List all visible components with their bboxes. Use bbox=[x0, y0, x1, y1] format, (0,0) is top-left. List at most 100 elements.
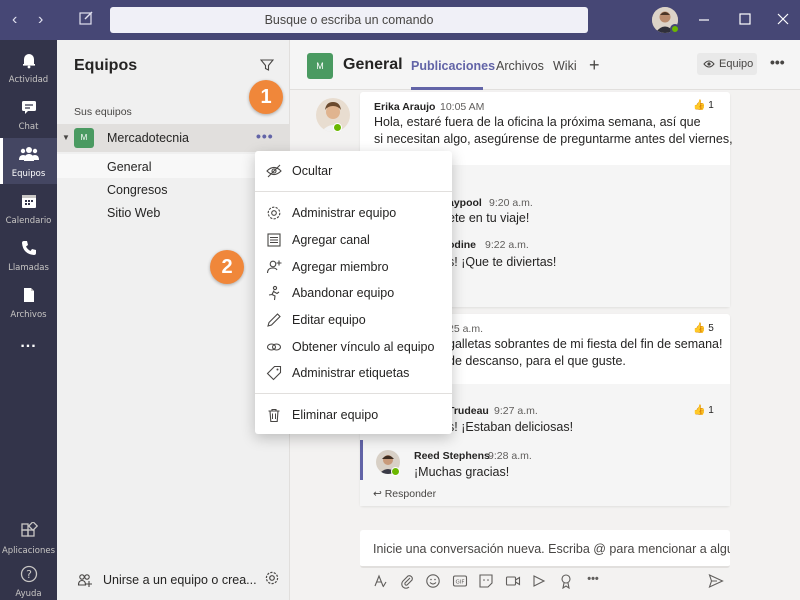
menu-label: Editar equipo bbox=[292, 313, 366, 327]
eye-icon bbox=[703, 60, 715, 68]
like-reaction[interactable]: 👍 1 bbox=[693, 405, 714, 416]
channel-header: M General Publicaciones Archivos Wiki + … bbox=[290, 40, 800, 90]
reply-text: s! ¡Que te diviertas! bbox=[448, 255, 557, 269]
panel-footer: Unirse a un equipo o crea... bbox=[57, 560, 290, 600]
gif-icon[interactable]: GIF bbox=[452, 573, 468, 589]
presence-available-icon bbox=[333, 123, 342, 132]
tab-wiki[interactable]: Wiki bbox=[553, 59, 577, 73]
reply-text: s! ¡Estaban deliciosas! bbox=[448, 420, 574, 434]
bell-icon bbox=[22, 54, 35, 69]
rail-item-calendar[interactable]: Calendario bbox=[0, 185, 57, 231]
stream-icon[interactable] bbox=[531, 573, 547, 589]
channel-congresos[interactable]: Congresos bbox=[107, 183, 167, 197]
reply-time: 9:28 a.m. bbox=[488, 450, 532, 462]
filter-icon[interactable] bbox=[259, 58, 275, 75]
rail-item-files[interactable]: Archivos bbox=[0, 279, 57, 325]
compose-input[interactable]: Inicie una conversación nueva. Escriba @… bbox=[360, 530, 730, 568]
team-name: Mercadotecnia bbox=[107, 131, 189, 145]
rail-item-apps[interactable]: Aplicaciones bbox=[0, 515, 57, 561]
like-count: 1 bbox=[708, 100, 714, 111]
minimize-icon[interactable] bbox=[697, 12, 713, 28]
praise-icon[interactable] bbox=[558, 573, 574, 590]
pencil-icon bbox=[267, 313, 281, 327]
like-reaction[interactable]: 👍 1 bbox=[693, 100, 714, 111]
svg-text:GIF: GIF bbox=[455, 580, 464, 586]
file-icon bbox=[23, 288, 34, 302]
tab-publicaciones[interactable]: Publicaciones bbox=[411, 59, 495, 73]
rail-item-chat[interactable]: Chat bbox=[0, 91, 57, 137]
rail-item-teams[interactable]: Equipos bbox=[0, 138, 57, 184]
menu-label: Administrar etiquetas bbox=[292, 366, 410, 380]
rail-item-calls[interactable]: Llamadas bbox=[0, 232, 57, 278]
reply-button[interactable]: ↩ Responder bbox=[373, 488, 436, 500]
join-team-icon[interactable] bbox=[77, 572, 93, 591]
reply-time: 9:27 a.m. bbox=[494, 405, 538, 417]
search-input[interactable]: Busque o escriba un comando bbox=[110, 7, 588, 33]
thumbs-up-icon: 👍 bbox=[693, 323, 706, 334]
compose-icon[interactable] bbox=[78, 10, 96, 28]
reply-author: aypool bbox=[448, 197, 482, 209]
team-button-label: Equipo bbox=[719, 58, 754, 70]
channel-general[interactable]: General bbox=[107, 160, 151, 174]
send-icon[interactable] bbox=[708, 573, 724, 592]
app-rail: Actividad Chat Equipos Calendario Llamad… bbox=[0, 40, 57, 600]
step-callout: 2 bbox=[210, 250, 244, 284]
chat-icon bbox=[21, 101, 36, 114]
rail-item-help[interactable]: ? Ayuda bbox=[0, 558, 57, 600]
rail-item-activity[interactable]: Actividad bbox=[0, 44, 57, 90]
meet-now-icon[interactable] bbox=[505, 573, 521, 589]
forward-icon[interactable]: › bbox=[38, 11, 43, 29]
add-channel-icon bbox=[267, 233, 281, 247]
menu-item-manage-tags[interactable]: Administrar etiquetas bbox=[255, 360, 452, 386]
presence-status-icon bbox=[670, 24, 680, 34]
format-icon[interactable] bbox=[372, 573, 388, 589]
teams-icon bbox=[18, 147, 39, 161]
maximize-icon[interactable] bbox=[738, 12, 754, 28]
link-icon bbox=[266, 343, 282, 351]
reply-label: Responder bbox=[384, 488, 437, 500]
message-text: si necesitan algo, asegúrense de pregunt… bbox=[374, 132, 733, 146]
team-options-menu: Ocultar Administrar equipo Agregar canal… bbox=[255, 151, 452, 434]
menu-item-hide[interactable]: Ocultar bbox=[255, 158, 452, 184]
join-team-link[interactable]: Unirse a un equipo o crea... bbox=[103, 573, 257, 587]
reply-author: odine bbox=[448, 239, 476, 251]
add-tab-icon[interactable]: + bbox=[589, 55, 600, 76]
emoji-icon[interactable] bbox=[425, 573, 441, 589]
menu-item-leave-team[interactable]: Abandonar equipo bbox=[255, 280, 452, 306]
menu-item-delete-team[interactable]: Eliminar equipo bbox=[255, 402, 452, 428]
tab-archivos[interactable]: Archivos bbox=[496, 59, 544, 73]
rail-label: Actividad bbox=[8, 75, 49, 85]
rail-item-more[interactable]: ... bbox=[0, 326, 57, 372]
team-info-button[interactable]: Equipo bbox=[697, 53, 757, 75]
menu-item-get-link[interactable]: Obtener vínculo al equipo bbox=[255, 334, 452, 360]
presence-available-icon bbox=[391, 467, 400, 476]
rail-label: Llamadas bbox=[8, 263, 49, 273]
caret-down-icon[interactable]: ▼ bbox=[62, 133, 70, 142]
more-options-icon[interactable]: ••• bbox=[256, 128, 276, 144]
team-item-mercadotecnia[interactable]: ▼ M Mercadotecnia ••• bbox=[57, 124, 290, 152]
menu-item-add-channel[interactable]: Agregar canal bbox=[255, 227, 452, 253]
more-options-icon[interactable]: ••• bbox=[585, 573, 601, 589]
help-icon: ? bbox=[20, 565, 37, 583]
title-bar: ‹ › Busque o escriba un comando bbox=[0, 0, 800, 40]
tag-icon bbox=[266, 365, 282, 381]
close-icon[interactable] bbox=[776, 12, 792, 28]
rail-label: Aplicaciones bbox=[1, 546, 56, 556]
attach-icon[interactable] bbox=[399, 573, 415, 589]
reply-time: 9:22 a.m. bbox=[485, 239, 529, 251]
menu-item-manage-team[interactable]: Administrar equipo bbox=[255, 200, 452, 226]
more-options-icon[interactable]: ••• bbox=[770, 54, 785, 70]
like-reaction[interactable]: 👍 5 bbox=[693, 323, 714, 334]
menu-label: Obtener vínculo al equipo bbox=[292, 340, 435, 354]
reply-text: ¡Muchas gracias! bbox=[414, 465, 510, 479]
team-avatar: M bbox=[74, 128, 94, 148]
channel-sitio-web[interactable]: Sitio Web bbox=[107, 206, 160, 220]
thumbs-up-icon: 👍 bbox=[693, 405, 706, 416]
back-icon[interactable]: ‹ bbox=[12, 11, 17, 29]
gear-icon[interactable] bbox=[264, 570, 280, 589]
menu-item-add-member[interactable]: Agregar miembro bbox=[255, 254, 452, 280]
menu-item-edit-team[interactable]: Editar equipo bbox=[255, 307, 452, 333]
menu-divider bbox=[255, 191, 452, 192]
sticker-icon[interactable] bbox=[478, 573, 494, 589]
panel-title: Equipos bbox=[74, 57, 138, 74]
